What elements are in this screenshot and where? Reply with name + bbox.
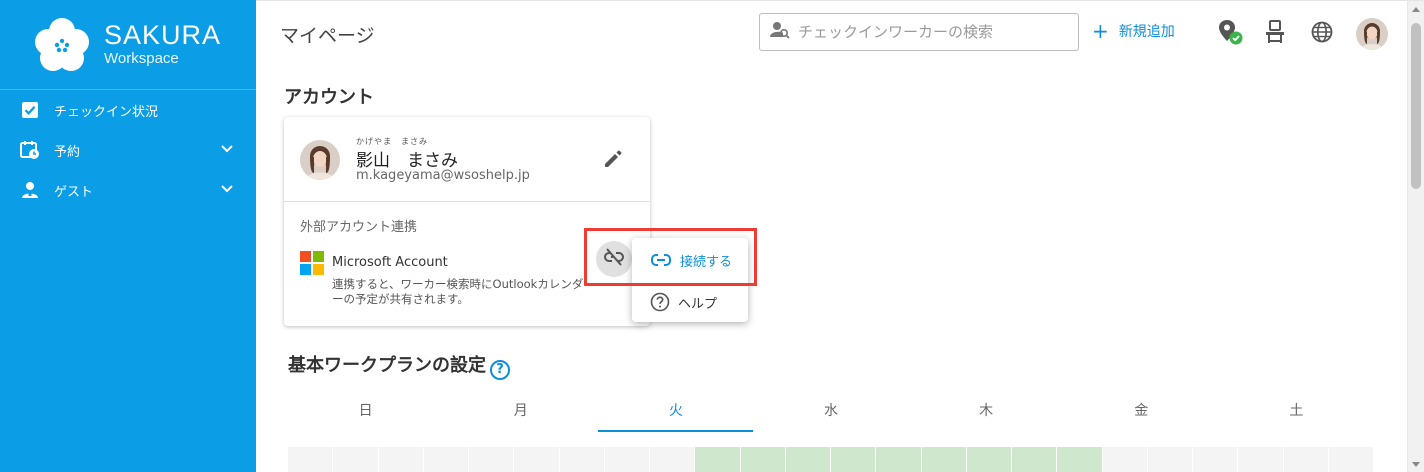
globe-icon[interactable] (1309, 19, 1335, 45)
sidebar-item-guest[interactable]: ゲスト (0, 170, 256, 210)
tab-friday[interactable]: 金 (1064, 391, 1219, 431)
day-tabs: 日 月 火 水 木 金 土 (288, 391, 1374, 432)
help-label: ヘルプ (678, 296, 718, 312)
plus-icon: + (1092, 19, 1109, 43)
time-slot[interactable] (560, 447, 605, 472)
time-slot[interactable] (1329, 447, 1374, 472)
microsoft-account-label: Microsoft Account (332, 255, 448, 270)
guest-icon (20, 180, 40, 200)
time-slot[interactable] (650, 447, 696, 472)
time-slot[interactable] (605, 447, 650, 472)
time-slot[interactable] (1148, 447, 1193, 472)
account-section-title: アカウント (284, 87, 374, 108)
time-slot[interactable] (695, 447, 741, 472)
checkbox-icon (20, 100, 40, 120)
scroll-down-arrow-icon[interactable] (1412, 462, 1420, 467)
tab-monday[interactable]: 月 (443, 391, 598, 431)
profile-avatar (300, 140, 340, 180)
calendar-clock-icon (20, 140, 40, 160)
sidebar-item-label: 予約 (54, 144, 81, 160)
time-slot[interactable] (831, 447, 877, 472)
time-slot[interactable] (921, 447, 967, 472)
time-slot[interactable] (1238, 447, 1284, 472)
microsoft-account-description: 連携すると、ワーカー検索時にOutlookカレンダーの予定が共有されます。 (332, 277, 584, 306)
location-check-icon[interactable] (1218, 19, 1244, 45)
external-account-title: 外部アカウント連携 (300, 220, 418, 235)
search-box[interactable] (759, 13, 1079, 51)
user-email: m.kageyama@wsoshelp.jp (356, 168, 530, 183)
search-input[interactable] (798, 23, 1068, 41)
time-slot[interactable] (469, 447, 515, 472)
time-slot[interactable] (333, 447, 379, 472)
workplan-section-title: 基本ワークプランの設定 (288, 355, 486, 376)
time-slot[interactable] (740, 447, 786, 472)
tab-tuesday[interactable]: 火 (598, 391, 754, 432)
scrollbar[interactable] (1407, 1, 1424, 472)
sakura-logo-icon (32, 15, 92, 75)
sidebar: SAKURA Workspace チェックイン状況 予約 ゲスト (0, 0, 256, 472)
brand-name: SAKURA (104, 19, 222, 50)
help-circle-icon (650, 292, 670, 312)
time-slot[interactable] (424, 447, 469, 472)
time-slot[interactable] (785, 447, 831, 472)
time-slot[interactable] (1284, 447, 1329, 472)
time-grid[interactable] (288, 447, 1374, 472)
main-content: マイページ + 新規追加 アカウント かげやま まさみ 影山 まさみ m.kag… (256, 0, 1424, 472)
scroll-thumb[interactable] (1411, 23, 1421, 189)
microsoft-logo-icon (300, 251, 324, 275)
edit-icon[interactable] (602, 148, 624, 174)
person-search-icon (770, 20, 790, 44)
help-icon[interactable]: ? (490, 359, 510, 380)
brand[interactable]: SAKURA Workspace (0, 0, 256, 90)
time-slot[interactable] (288, 447, 334, 472)
sidebar-item-label: ゲスト (54, 184, 94, 200)
help-menu-item[interactable]: ヘルプ (632, 282, 748, 322)
sidebar-item-reservation[interactable]: 予約 (0, 130, 256, 170)
highlight-box (584, 228, 757, 286)
time-slot[interactable] (1103, 447, 1148, 472)
time-slot[interactable] (966, 447, 1012, 472)
user-avatar[interactable] (1356, 18, 1388, 50)
time-slot[interactable] (1012, 447, 1058, 472)
add-new-label: 新規追加 (1118, 24, 1175, 40)
tab-wednesday[interactable]: 水 (753, 391, 908, 431)
page-title: マイページ (280, 25, 375, 47)
workplan-section: 基本ワークプランの設定? (288, 351, 510, 380)
chevron-down-icon[interactable] (220, 182, 234, 200)
account-card: かげやま まさみ 影山 まさみ m.kageyama@wsoshelp.jp 外… (284, 117, 650, 326)
sidebar-item-label: チェックイン状況 (54, 104, 159, 120)
profile-header: かげやま まさみ 影山 まさみ m.kageyama@wsoshelp.jp (284, 117, 650, 202)
add-new-button[interactable]: + 新規追加 (1092, 21, 1175, 41)
time-slot[interactable] (514, 447, 560, 472)
tab-thursday[interactable]: 木 (909, 391, 1064, 431)
time-slot[interactable] (379, 447, 424, 472)
chevron-down-icon[interactable] (220, 142, 234, 160)
time-slot[interactable] (876, 447, 922, 472)
time-slot[interactable] (1193, 447, 1239, 472)
tab-saturday[interactable]: 土 (1219, 391, 1374, 431)
checkin-desk-icon[interactable] (1262, 19, 1288, 45)
scroll-up-arrow-icon[interactable] (1412, 7, 1420, 12)
time-slot[interactable] (1057, 447, 1103, 472)
sidebar-item-checkin[interactable]: チェックイン状況 (0, 90, 256, 130)
brand-sub: Workspace (104, 49, 179, 67)
tab-sunday[interactable]: 日 (288, 391, 443, 431)
